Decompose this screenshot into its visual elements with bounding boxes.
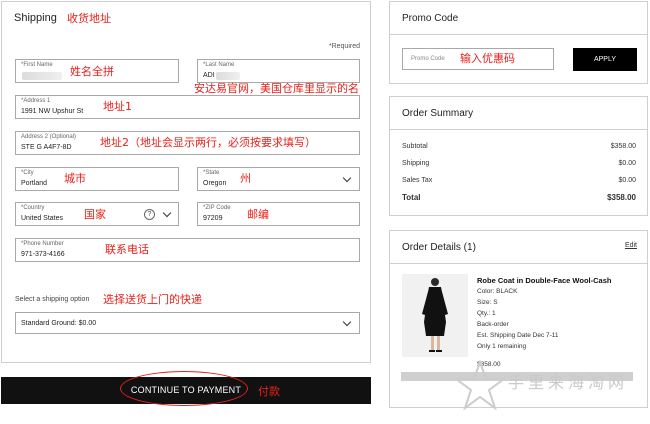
- annotation-shipping-method: 选择送货上门的快递: [103, 293, 202, 306]
- city-label: *City: [21, 170, 34, 176]
- city-value: Portland: [21, 180, 48, 187]
- shipping-method-value: Standard Ground: $0.00: [21, 320, 97, 327]
- promo-panel: Promo Code Promo Code APPLY: [389, 1, 648, 84]
- first-name-label: *First Name: [21, 62, 53, 68]
- shipping-title: Shipping: [14, 12, 57, 24]
- annotation-city: 城市: [64, 172, 86, 185]
- order-summary-panel: Order Summary Subtotal $358.00 Shipping …: [389, 96, 648, 216]
- last-name-label: *Last Name: [203, 62, 235, 68]
- summary-title: Order Summary: [402, 108, 474, 119]
- zip-label: *ZIP Code: [203, 205, 231, 211]
- chevron-down-icon: [342, 173, 352, 183]
- apply-button[interactable]: APPLY: [573, 48, 637, 71]
- product-ship-date: Est. Shipping Date Dec 7-11: [477, 332, 559, 339]
- summary-divider: [390, 129, 647, 130]
- watermark-text: 手里来海淘网: [508, 373, 629, 392]
- promo-title: Promo Code: [402, 13, 459, 24]
- address2-value: STE G A4F7-8D: [21, 144, 72, 151]
- phone-field[interactable]: *Phone Number 971-373-4166: [15, 238, 360, 262]
- annotation-country: 国家: [84, 208, 106, 221]
- shipping-method-select[interactable]: Standard Ground: $0.00: [15, 312, 360, 334]
- product-status: Back-order: [477, 321, 509, 328]
- annotation-address1: 地址1: [103, 100, 132, 113]
- annotation-pay: 付款: [258, 385, 280, 398]
- product-thumbnail-figure: [422, 278, 448, 352]
- annotation-state: 州: [240, 172, 251, 185]
- details-title: Order Details (1): [402, 242, 476, 253]
- city-field[interactable]: *City Portland: [15, 167, 179, 191]
- product-qty: Qty.: 1: [477, 310, 496, 317]
- subtotal-label: Subtotal: [402, 143, 428, 150]
- product-remaining: Only 1 remaining: [477, 343, 527, 350]
- last-name-value: ADI: [203, 72, 215, 79]
- address1-field[interactable]: *Address 1 1991 NW Upshur St: [15, 95, 360, 119]
- shipping-cost-value: $0.00: [618, 160, 636, 167]
- subtotal-value: $358.00: [610, 143, 636, 150]
- tax-label: Sales Tax: [402, 177, 433, 184]
- product-color: Color: BLACK: [477, 288, 518, 295]
- promo-placeholder: Promo Code: [411, 56, 445, 62]
- annotation-phone: 联系电话: [105, 243, 149, 256]
- redacted-first-name: [22, 72, 62, 80]
- zip-value: 97209: [203, 215, 223, 222]
- total-value: $358.00: [607, 193, 636, 202]
- product-size: Size: S: [477, 299, 498, 306]
- product-image[interactable]: [402, 274, 468, 357]
- tax-value: $0.00: [618, 177, 636, 184]
- phone-value: 971-373-4166: [21, 251, 65, 258]
- summary-row-total: Total $358.00: [402, 193, 636, 202]
- shipping-panel: Shipping *Required *First Name *Last Nam…: [1, 1, 371, 363]
- product-name[interactable]: Robe Coat in Double-Face Wool-Cash: [477, 276, 611, 285]
- summary-row-tax: Sales Tax $0.00: [402, 177, 636, 184]
- chevron-down-icon: [162, 208, 172, 218]
- annotation-zip: 邮编: [247, 208, 269, 221]
- help-icon[interactable]: ?: [144, 209, 155, 220]
- annotation-address2: 地址2（地址会显示两行，必须按要求填写）: [100, 136, 316, 149]
- address1-value: 1991 NW Upshur St: [21, 108, 84, 115]
- promo-divider: [390, 34, 647, 35]
- edit-link[interactable]: Edit: [625, 242, 637, 249]
- highlight-ellipse: [120, 371, 248, 406]
- summary-row-subtotal: Subtotal $358.00: [402, 143, 636, 150]
- total-label: Total: [402, 193, 421, 202]
- watermark-star-icon: [455, 360, 505, 410]
- phone-label: *Phone Number: [21, 241, 64, 247]
- summary-row-shipping: Shipping $0.00: [402, 160, 636, 167]
- state-label: *State: [203, 170, 220, 176]
- shipping-cost-label: Shipping: [402, 160, 430, 167]
- country-label: *Country: [21, 205, 45, 211]
- chevron-down-icon: [342, 317, 352, 327]
- state-value: Oregon: [203, 180, 227, 187]
- address2-label: Address 2 (Optional): [21, 134, 77, 140]
- annotation-last-name: 安达易官网，美国仓库里显示的名: [194, 82, 359, 95]
- state-select[interactable]: *State Oregon: [197, 167, 360, 191]
- shipping-option-label: Select a shipping option: [15, 296, 90, 303]
- country-value: United States: [21, 215, 64, 222]
- annotation-shipping: 收货地址: [67, 12, 111, 25]
- redacted-last-name: [216, 72, 240, 80]
- zip-field[interactable]: *ZIP Code 97209: [197, 202, 360, 226]
- annotation-promo: 输入优惠码: [460, 52, 515, 65]
- address1-label: *Address 1: [21, 98, 51, 104]
- last-name-field[interactable]: *Last Name ADI: [197, 59, 360, 83]
- required-note: *Required: [328, 43, 360, 50]
- details-divider: [390, 263, 647, 264]
- annotation-first-name: 姓名全拼: [70, 65, 114, 78]
